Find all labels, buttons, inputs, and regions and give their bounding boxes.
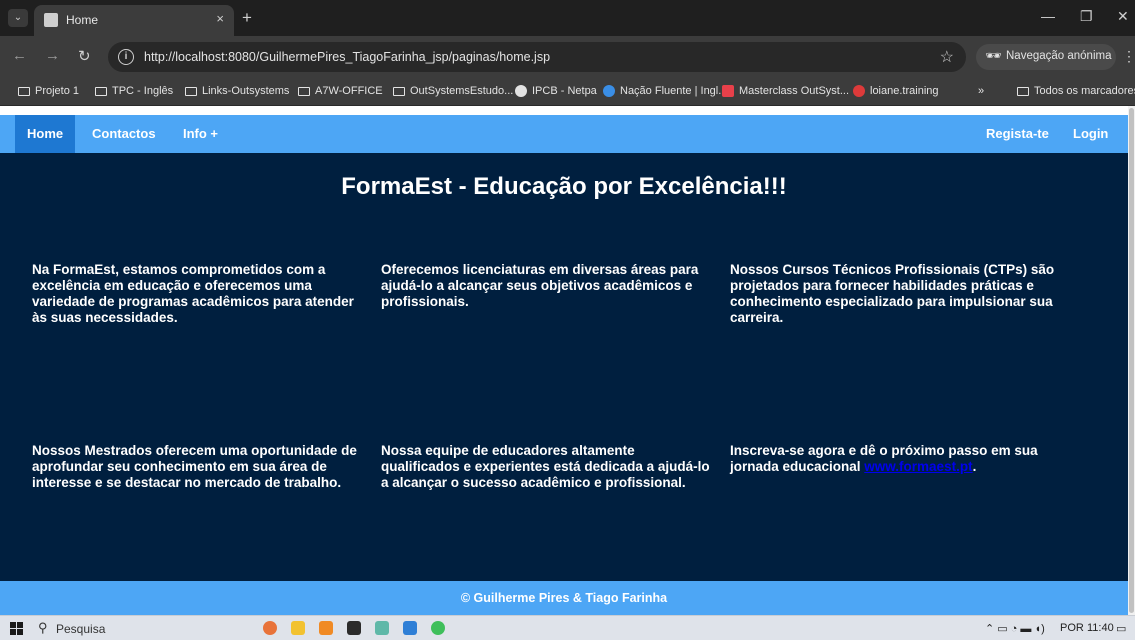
nav-home[interactable]: Home bbox=[15, 115, 76, 153]
tray-icons[interactable]: ⌃ ▭ ◔ ▬ ◖) bbox=[985, 622, 1045, 635]
tab-title: Home bbox=[66, 13, 99, 27]
address-bar[interactable]: i http://localhost:8080/GuilhermePires_T… bbox=[108, 42, 966, 72]
bookmark-link[interactable]: Masterclass OutSyst... bbox=[722, 85, 849, 97]
bookmark-label: TPC - Inglês bbox=[112, 85, 174, 97]
incognito-label: Navegação anónima bbox=[1006, 50, 1112, 62]
site-navbar: Home Contactos Info + Regista-te Login bbox=[0, 115, 1128, 153]
inscreva-suffix: . bbox=[972, 459, 977, 474]
page-content: Home Contactos Info + Regista-te Login F… bbox=[0, 115, 1128, 615]
site-footer: © Guilherme Pires & Tiago Farinha bbox=[0, 581, 1128, 615]
whatsapp-icon[interactable] bbox=[431, 621, 445, 635]
nav-login[interactable]: Login bbox=[1061, 115, 1120, 153]
app-icon[interactable] bbox=[319, 621, 333, 635]
more-menu-icon[interactable]: ⋮ bbox=[1122, 48, 1135, 65]
bookmarks-overflow-icon[interactable]: » bbox=[978, 85, 984, 97]
all-bookmarks-folder[interactable]: Todos os marcadores bbox=[1017, 85, 1135, 97]
bookmark-link[interactable]: IPCB - Netpa bbox=[515, 85, 597, 97]
scrollbar-thumb[interactable] bbox=[1129, 108, 1134, 613]
bookmark-label: Todos os marcadores bbox=[1034, 85, 1135, 97]
bookmark-folder[interactable]: A7W-OFFICE bbox=[298, 85, 383, 97]
language-indicator[interactable]: POR bbox=[1060, 622, 1084, 634]
folder-icon bbox=[298, 86, 310, 96]
notifications-icon[interactable]: ▭ bbox=[1116, 622, 1126, 635]
app-icon[interactable] bbox=[375, 621, 389, 635]
inscreva-paragraph: Inscreva-se agora e dê o próximo passo e… bbox=[730, 443, 1060, 475]
search-icon[interactable]: ⚲ bbox=[38, 620, 48, 636]
tab-close-icon[interactable]: × bbox=[216, 11, 224, 26]
site-info-icon[interactable]: i bbox=[118, 49, 134, 65]
bookmark-label: Masterclass OutSyst... bbox=[739, 85, 850, 97]
incognito-icon: 🕶 bbox=[985, 48, 1002, 63]
page-scrollbar[interactable] bbox=[1128, 106, 1135, 615]
bookmark-link[interactable]: Nação Fluente | Ingl... bbox=[603, 85, 727, 97]
bookmark-label: IPCB - Netpa bbox=[532, 85, 597, 97]
bookmark-link[interactable]: loiane.training bbox=[853, 85, 939, 97]
file-explorer-icon[interactable] bbox=[291, 621, 305, 635]
windows-start-icon[interactable] bbox=[10, 622, 23, 635]
bookmark-star-icon[interactable]: ☆ bbox=[940, 47, 954, 67]
bookmark-label: Nação Fluente | Ingl... bbox=[620, 85, 728, 97]
back-icon[interactable]: ← bbox=[12, 47, 27, 64]
clock[interactable]: 11:40 bbox=[1087, 622, 1114, 634]
equipe-paragraph: Nossa equipe de educadores altamente qua… bbox=[381, 443, 710, 490]
page-favicon-icon bbox=[44, 13, 58, 27]
globe-icon bbox=[515, 85, 527, 97]
minimize-icon[interactable]: — bbox=[1041, 8, 1055, 24]
restore-icon[interactable]: ❐ bbox=[1080, 8, 1093, 25]
folder-icon bbox=[185, 86, 197, 96]
terminal-icon[interactable] bbox=[347, 621, 361, 635]
bookmark-folder[interactable]: TPC - Inglês bbox=[95, 85, 173, 97]
bookmark-label: A7W-OFFICE bbox=[315, 85, 383, 97]
browser-toolbar: ← → ↻ i http://localhost:8080/GuilhermeP… bbox=[0, 36, 1135, 78]
licenciaturas-paragraph: Oferecemos licenciaturas em diversas áre… bbox=[381, 262, 699, 309]
bookmark-label: loiane.training bbox=[870, 85, 939, 97]
ctps-paragraph: Nossos Cursos Técnicos Profissionais (CT… bbox=[730, 262, 1055, 325]
site-logo-icon bbox=[603, 85, 615, 97]
nav-info[interactable]: Info + bbox=[171, 115, 230, 153]
bookmark-label: Projeto 1 bbox=[35, 85, 80, 97]
bookmark-folder[interactable]: Projeto 1 bbox=[18, 85, 79, 97]
folder-icon bbox=[1017, 86, 1029, 96]
vscode-icon[interactable] bbox=[403, 621, 417, 635]
nav-contactos[interactable]: Contactos bbox=[80, 115, 168, 153]
forward-icon[interactable]: → bbox=[45, 47, 60, 64]
folder-icon bbox=[18, 86, 30, 96]
url-text[interactable]: http://localhost:8080/GuilhermePires_Tia… bbox=[144, 50, 550, 64]
browser-tab-home[interactable]: Home × bbox=[34, 5, 234, 36]
bookmark-label: OutSystemsEstudo... bbox=[410, 85, 514, 97]
site-logo-icon bbox=[722, 85, 734, 97]
tab-search-icon[interactable]: ⌄ bbox=[8, 9, 28, 27]
folder-icon bbox=[95, 86, 107, 96]
intro-paragraph: Na FormaEst, estamos comprometidos com a… bbox=[32, 262, 354, 325]
windows-taskbar: ⚲ Pesquisa ⌃ ▭ ◔ ▬ ◖) POR 11:40 ▭ bbox=[0, 615, 1135, 640]
bookmark-label: Links-Outsystems bbox=[202, 85, 290, 97]
folder-icon bbox=[393, 86, 405, 96]
page-title: FormaEst - Educação por Excelência!!! bbox=[341, 173, 787, 200]
reload-icon[interactable]: ↻ bbox=[78, 47, 91, 65]
incognito-indicator[interactable]: 🕶 Navegação anónima bbox=[976, 44, 1116, 70]
bookmark-folder[interactable]: OutSystemsEstudo... bbox=[393, 85, 513, 97]
mestrados-paragraph: Nossos Mestrados oferecem uma oportunida… bbox=[32, 443, 357, 490]
formaest-link[interactable]: www.formaest.pt bbox=[864, 459, 972, 474]
chrome-icon[interactable] bbox=[263, 621, 277, 635]
taskbar-search-label[interactable]: Pesquisa bbox=[56, 622, 105, 636]
new-tab-icon[interactable]: + bbox=[242, 8, 252, 28]
angular-icon bbox=[853, 85, 865, 97]
nav-regista-te[interactable]: Regista-te bbox=[974, 115, 1061, 153]
browser-tab-bar: ⌄ Home × + — ❐ ✕ bbox=[0, 0, 1135, 36]
bookmark-folder[interactable]: Links-Outsystems bbox=[185, 85, 289, 97]
bookmarks-bar: Projeto 1 TPC - Inglês Links-Outsystems … bbox=[0, 78, 1135, 106]
close-window-icon[interactable]: ✕ bbox=[1117, 8, 1129, 25]
